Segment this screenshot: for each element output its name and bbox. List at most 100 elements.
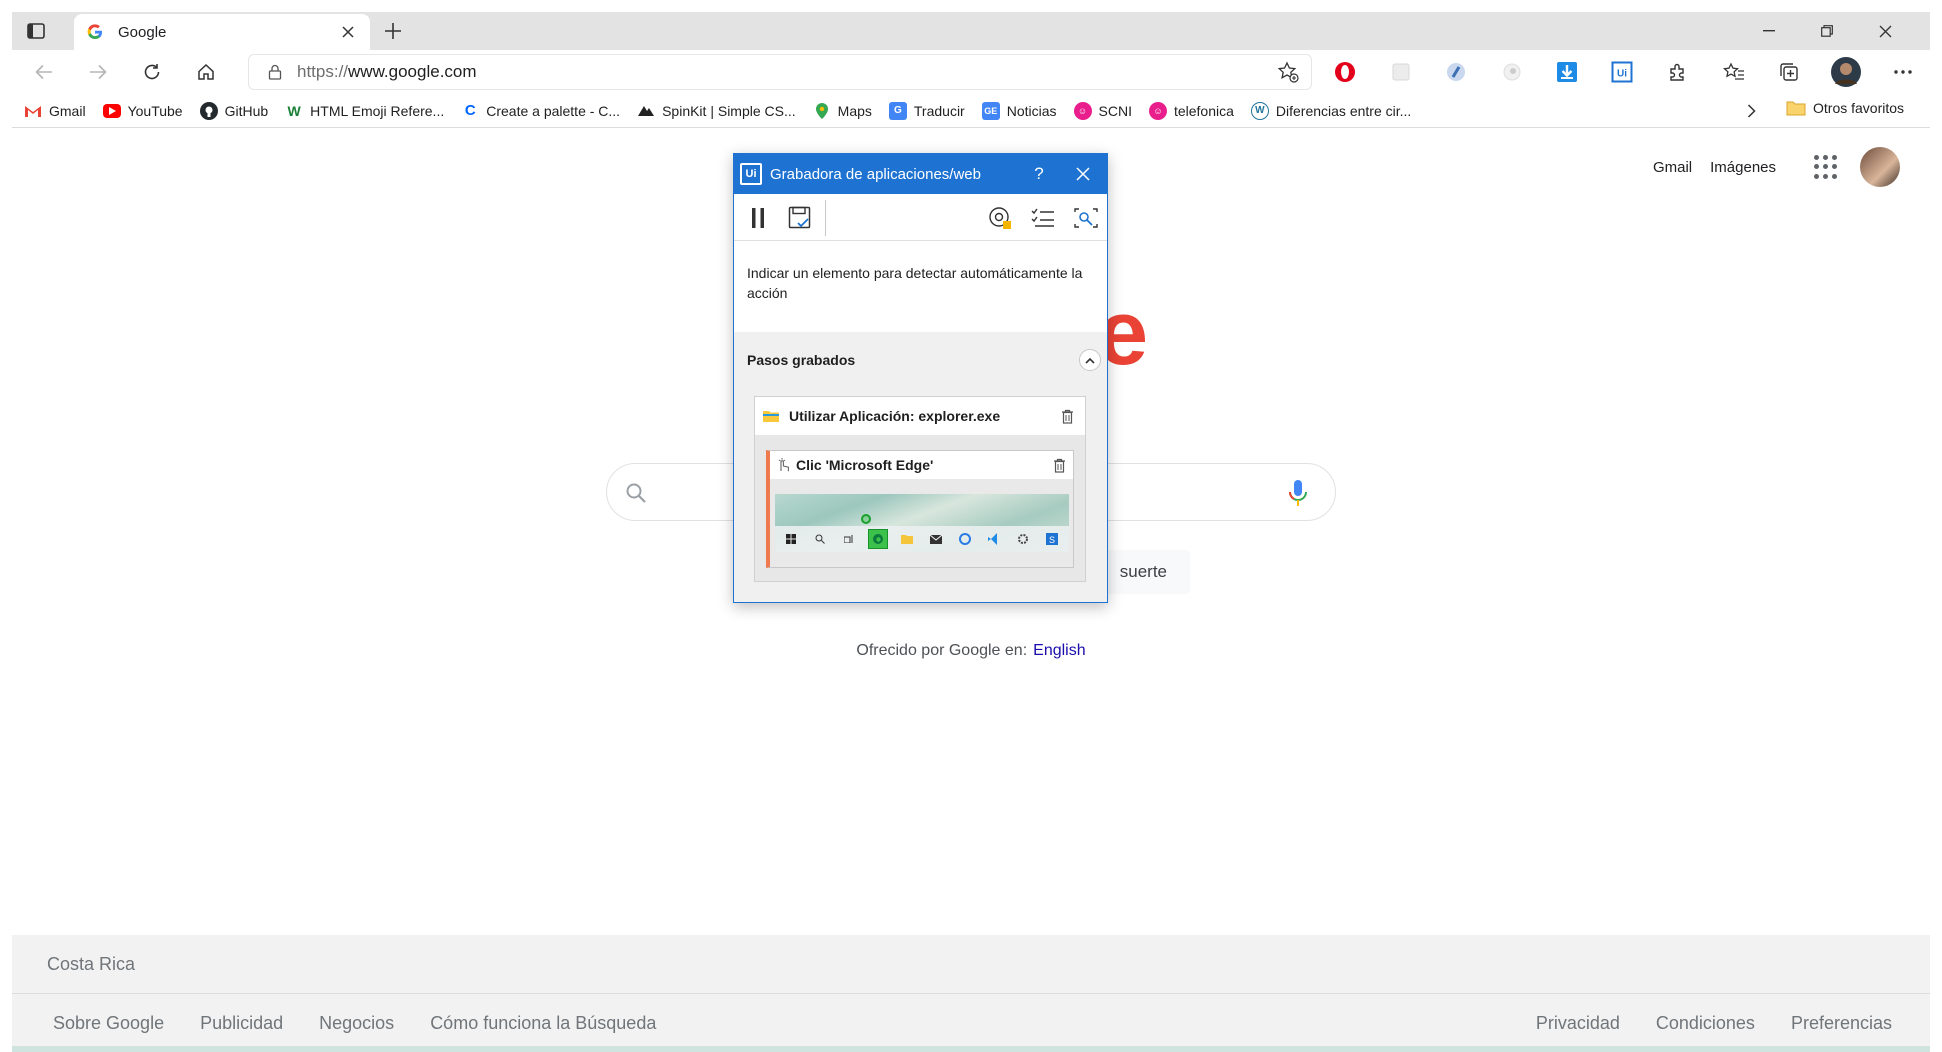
other-favorites-folder[interactable]: Otros favoritos <box>1786 100 1904 116</box>
profile-avatar[interactable] <box>1830 56 1862 88</box>
favorites-bar: Gmail YouTube GitHub W HTML Emoji Refere.… <box>12 94 1930 128</box>
maps-icon <box>813 102 831 120</box>
edge-taskbar-icon <box>868 529 888 549</box>
footer-link-privacy[interactable]: Privacidad <box>1536 1013 1620 1034</box>
new-tab-icon[interactable] <box>380 18 406 44</box>
bookmark-html-emoji[interactable]: W HTML Emoji Refere... <box>285 102 445 120</box>
spinkit-icon <box>637 102 655 120</box>
delete-step-icon[interactable] <box>1051 456 1067 474</box>
microphone-icon[interactable] <box>1287 478 1309 508</box>
extension-grey-circle-icon[interactable] <box>1499 59 1525 85</box>
step-use-application-header: Utilizar Aplicación: explorer.exe <box>755 397 1085 435</box>
reload-icon[interactable] <box>138 58 166 86</box>
footer-left-links: Sobre Google Publicidad Negocios Cómo fu… <box>53 994 692 1052</box>
footer-link-settings[interactable]: Preferencias <box>1791 1013 1892 1034</box>
footer-link-terms[interactable]: Condiciones <box>1656 1013 1755 1034</box>
bookmark-spinkit[interactable]: SpinKit | Simple CS... <box>637 102 796 120</box>
bookmark-telefonica[interactable]: ☺ telefonica <box>1148 101 1234 120</box>
recorded-steps-header: Pasos grabados <box>734 341 1107 379</box>
bookmark-youtube[interactable]: YouTube <box>102 103 183 119</box>
bookmark-label: Diferencias entre cir... <box>1275 102 1412 119</box>
tab-google[interactable]: Google <box>74 14 370 50</box>
settings-gear-icon <box>1013 529 1033 549</box>
footer-link-advertising[interactable]: Publicidad <box>200 1013 283 1034</box>
bookmark-diferencias[interactable]: W Diferencias entre cir... <box>1250 101 1412 120</box>
footer-country: Costa Rica <box>47 953 136 974</box>
bookmark-coolors[interactable]: C Create a palette - C... <box>461 102 620 120</box>
download-extension-icon[interactable] <box>1554 59 1580 85</box>
step-use-application[interactable]: Utilizar Aplicación: explorer.exe Clic '… <box>754 396 1086 582</box>
save-recording-icon[interactable] <box>786 204 814 232</box>
step-click-edge-label: Clic 'Microsoft Edge' <box>796 457 934 473</box>
images-link[interactable]: Imágenes <box>1710 159 1776 176</box>
restore-icon[interactable] <box>1798 12 1856 50</box>
footer-link-about[interactable]: Sobre Google <box>53 1013 164 1034</box>
bookmark-traducir[interactable]: G Traducir <box>888 101 965 120</box>
options-list-icon[interactable] <box>1029 204 1057 232</box>
google-apps-icon[interactable] <box>1814 155 1838 179</box>
extensions-puzzle-icon[interactable] <box>1665 59 1691 85</box>
bookmark-github[interactable]: GitHub <box>199 101 269 120</box>
scni-icon: ☺ <box>1073 101 1092 120</box>
bookmark-label: telefonica <box>1173 102 1234 119</box>
add-favorite-icon[interactable] <box>1275 59 1301 85</box>
favorites-icon[interactable] <box>1721 59 1747 85</box>
gmail-link[interactable]: Gmail <box>1653 159 1692 176</box>
uipath-logo-icon: Ui <box>740 163 762 185</box>
collapse-chevron-up-icon[interactable] <box>1079 349 1101 371</box>
windows-start-icon <box>781 529 801 549</box>
tab-actions-icon[interactable] <box>24 19 48 43</box>
footer-link-how-search-works[interactable]: Cómo funciona la Búsqueda <box>430 1013 656 1034</box>
feeling-lucky-label: suerte <box>1119 562 1167 581</box>
forward-icon[interactable] <box>84 58 112 86</box>
url-protocol: https:// <box>297 62 349 81</box>
click-hand-icon <box>778 458 789 472</box>
pause-icon[interactable] <box>744 204 772 232</box>
step-screenshot-thumbnail: S <box>775 494 1069 552</box>
screen-capture-icon[interactable] <box>1072 204 1100 232</box>
chevron-right-icon[interactable] <box>1740 100 1762 122</box>
google-account-avatar[interactable] <box>1860 147 1900 187</box>
url-text[interactable]: https://www.google.com <box>297 62 1275 82</box>
minimize-icon[interactable] <box>1740 12 1798 50</box>
wordpress-icon: W <box>1250 101 1269 120</box>
lock-icon[interactable] <box>265 62 285 82</box>
language-link-english[interactable]: English <box>1033 642 1085 659</box>
app-blue-circle-icon <box>955 529 975 549</box>
help-button[interactable]: ? <box>1019 164 1059 184</box>
footer-link-business[interactable]: Negocios <box>319 1013 394 1034</box>
address-bar[interactable]: https://www.google.com <box>248 54 1312 90</box>
extension-blue-circle-icon[interactable] <box>1443 59 1469 85</box>
step-click-edge[interactable]: Clic 'Microsoft Edge' S <box>766 450 1074 568</box>
more-menu-icon[interactable] <box>1890 59 1916 85</box>
home-icon[interactable] <box>192 58 220 86</box>
svg-text:S: S <box>1049 535 1055 545</box>
back-icon[interactable] <box>30 58 58 86</box>
close-window-icon[interactable] <box>1856 12 1914 50</box>
bookmark-label: Create a palette - C... <box>486 102 621 119</box>
extension-blank-icon[interactable] <box>1388 59 1414 85</box>
uipath-extension-icon[interactable]: Ui <box>1609 59 1635 85</box>
bookmark-maps[interactable]: Maps <box>813 102 872 120</box>
bookmark-label: Maps <box>837 102 872 119</box>
step-use-application-label: Utilizar Aplicación: explorer.exe <box>789 408 1001 424</box>
opera-extension-icon[interactable] <box>1332 59 1358 85</box>
bookmark-noticias[interactable]: GE Noticias <box>981 101 1057 120</box>
tab-close-icon[interactable] <box>338 22 358 42</box>
delete-step-icon[interactable] <box>1059 407 1075 425</box>
bookmark-label: Gmail <box>49 102 86 119</box>
bookmark-label: SpinKit | Simple CS... <box>662 102 796 119</box>
target-selector-icon[interactable] <box>986 204 1014 232</box>
bookmark-label: GitHub <box>224 102 269 119</box>
recorder-title: Grabadora de aplicaciones/web <box>770 165 981 183</box>
bookmark-gmail[interactable]: Gmail <box>24 102 86 120</box>
bookmark-scni[interactable]: ☺ SCNI <box>1073 101 1132 120</box>
collections-icon[interactable] <box>1776 59 1802 85</box>
bookmark-label: Traducir <box>913 102 965 119</box>
app-blue-square-icon: S <box>1042 529 1062 549</box>
recorder-close-icon[interactable] <box>1059 154 1107 194</box>
folder-icon <box>1786 100 1806 116</box>
toolbar-divider <box>825 200 826 236</box>
recorder-titlebar[interactable]: Ui Grabadora de aplicaciones/web ? <box>734 154 1107 194</box>
offered-by-text: Ofrecido por Google en: <box>856 642 1028 659</box>
